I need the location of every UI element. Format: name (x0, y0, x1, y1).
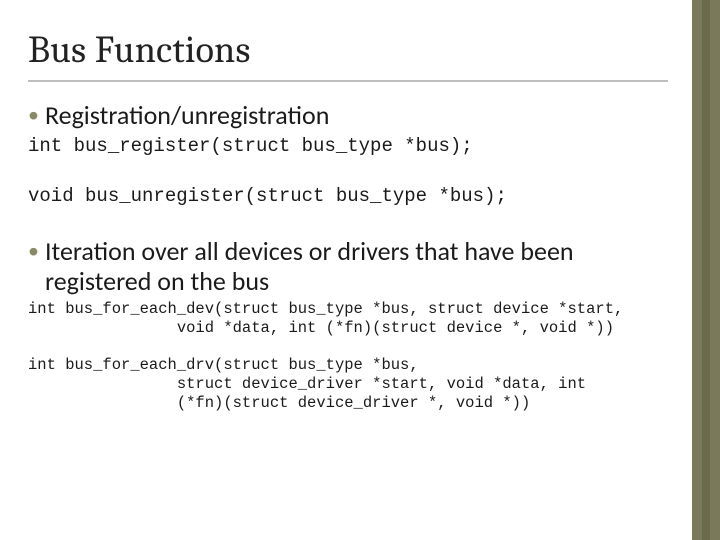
slide-content: • Registration/unregistration int bus_re… (28, 100, 668, 413)
bullet-iteration: • Iteration over all devices or drivers … (28, 236, 668, 296)
code-bus-register: int bus_register(struct bus_type *bus); (28, 134, 668, 158)
bullet-text: Registration/unregistration (45, 100, 329, 130)
slide-body: Bus Functions • Registration/unregistrat… (0, 0, 692, 540)
bullet-registration: • Registration/unregistration (28, 100, 668, 130)
bullet-dot-icon: • (28, 100, 39, 130)
bullet-text: Iteration over all devices or drivers th… (45, 236, 668, 296)
title-underline (28, 80, 668, 82)
side-accent-stripe-inner (702, 0, 710, 540)
bullet-dot-icon: • (28, 236, 39, 266)
slide-title: Bus Functions (28, 28, 692, 72)
code-bus-for-each-dev: int bus_for_each_dev(struct bus_type *bu… (28, 300, 668, 338)
code-bus-unregister: void bus_unregister(struct bus_type *bus… (28, 184, 668, 208)
code-bus-for-each-drv: int bus_for_each_drv(struct bus_type *bu… (28, 356, 668, 413)
